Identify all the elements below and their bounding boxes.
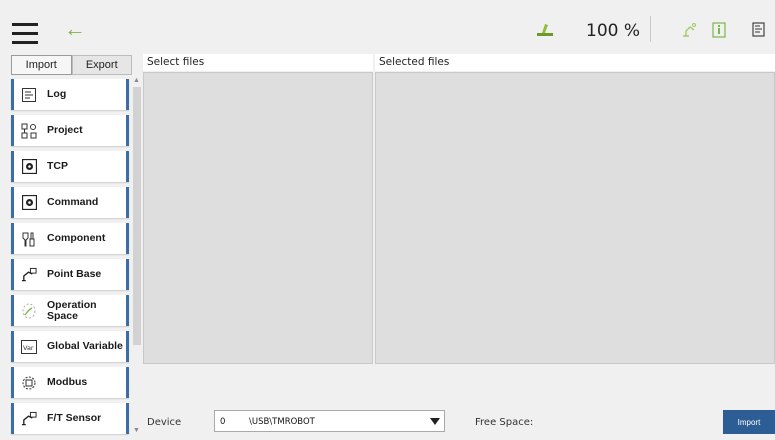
sidebar-item-label: Command: [47, 196, 99, 208]
sidebar-item-command[interactable]: Command: [11, 187, 129, 218]
selected-files-pane[interactable]: [375, 72, 775, 364]
sidebar-item-label: TCP: [47, 160, 68, 172]
point-base-icon: [21, 267, 37, 283]
modbus-icon: [21, 375, 37, 391]
sidebar-item-label: Point Base: [47, 268, 102, 280]
sidebar-scrollbar[interactable]: ▲ ▼: [132, 77, 142, 437]
sidebar-item-project[interactable]: Project: [11, 115, 129, 146]
sidebar-item-label: Global Variable: [47, 340, 123, 352]
sidebar-item-ft-sensor[interactable]: F/T Sensor: [11, 403, 129, 434]
top-bar: ← 100 %: [0, 0, 775, 48]
ft-sensor-icon: [21, 411, 37, 427]
sidebar-item-label: Modbus: [47, 376, 88, 388]
sidebar-item-label: Operation Space: [47, 298, 97, 322]
speed-icon[interactable]: [537, 22, 553, 36]
command-icon: [21, 195, 37, 211]
operation-space-icon: [21, 303, 37, 319]
tab-import[interactable]: Import: [11, 55, 72, 75]
sidebar-item-global-variable[interactable]: Var Global Variable: [11, 331, 129, 362]
sidebar-item-point-base[interactable]: Point Base: [11, 259, 129, 290]
global-variable-icon: Var: [21, 339, 37, 355]
device-index: 0: [220, 417, 226, 427]
scroll-thumb[interactable]: [133, 87, 141, 345]
log-icon: [21, 87, 37, 103]
import-button[interactable]: Import: [723, 410, 775, 434]
component-icon: [21, 231, 37, 247]
divider: [650, 16, 651, 42]
device-select[interactable]: 0 \USB\TMROBOT: [214, 410, 445, 432]
sidebar-item-log[interactable]: Log: [11, 79, 129, 110]
tab-export[interactable]: Export: [71, 55, 132, 75]
device-path: \USB\TMROBOT: [249, 417, 315, 427]
sidebar-item-label: Component: [47, 232, 106, 244]
robot-arm-icon[interactable]: [681, 22, 697, 38]
sidebar-item-component[interactable]: Component: [11, 223, 129, 254]
info-icon[interactable]: [712, 22, 726, 38]
sidebar-item-label: Project: [47, 124, 83, 136]
import-export-tabs: Import Export: [11, 55, 132, 75]
zoom-level: 100 %: [586, 21, 641, 41]
chevron-down-icon[interactable]: [430, 418, 440, 425]
free-space-label: Free Space:: [475, 417, 534, 428]
sidebar-item-modbus[interactable]: Modbus: [11, 367, 129, 398]
menu-icon[interactable]: [12, 23, 38, 50]
project-icon: [21, 123, 37, 139]
select-files-pane[interactable]: [143, 72, 373, 364]
back-arrow-icon[interactable]: ←: [64, 18, 86, 40]
selected-files-header: Selected files: [375, 54, 775, 71]
sidebar-item-label: F/T Sensor: [47, 412, 102, 424]
sidebar-item-label: Log: [47, 88, 67, 100]
svg-text:Var: Var: [23, 344, 34, 352]
scroll-up-icon[interactable]: ▲: [133, 77, 140, 84]
sidebar-item-operation-space[interactable]: Operation Space: [11, 295, 129, 326]
notes-icon[interactable]: [752, 22, 765, 37]
scroll-down-icon[interactable]: ▼: [133, 427, 140, 434]
sidebar-item-tcp[interactable]: TCP: [11, 151, 129, 182]
tcp-icon: [21, 159, 37, 175]
device-label: Device: [147, 417, 182, 428]
select-files-header: Select files: [143, 54, 373, 71]
